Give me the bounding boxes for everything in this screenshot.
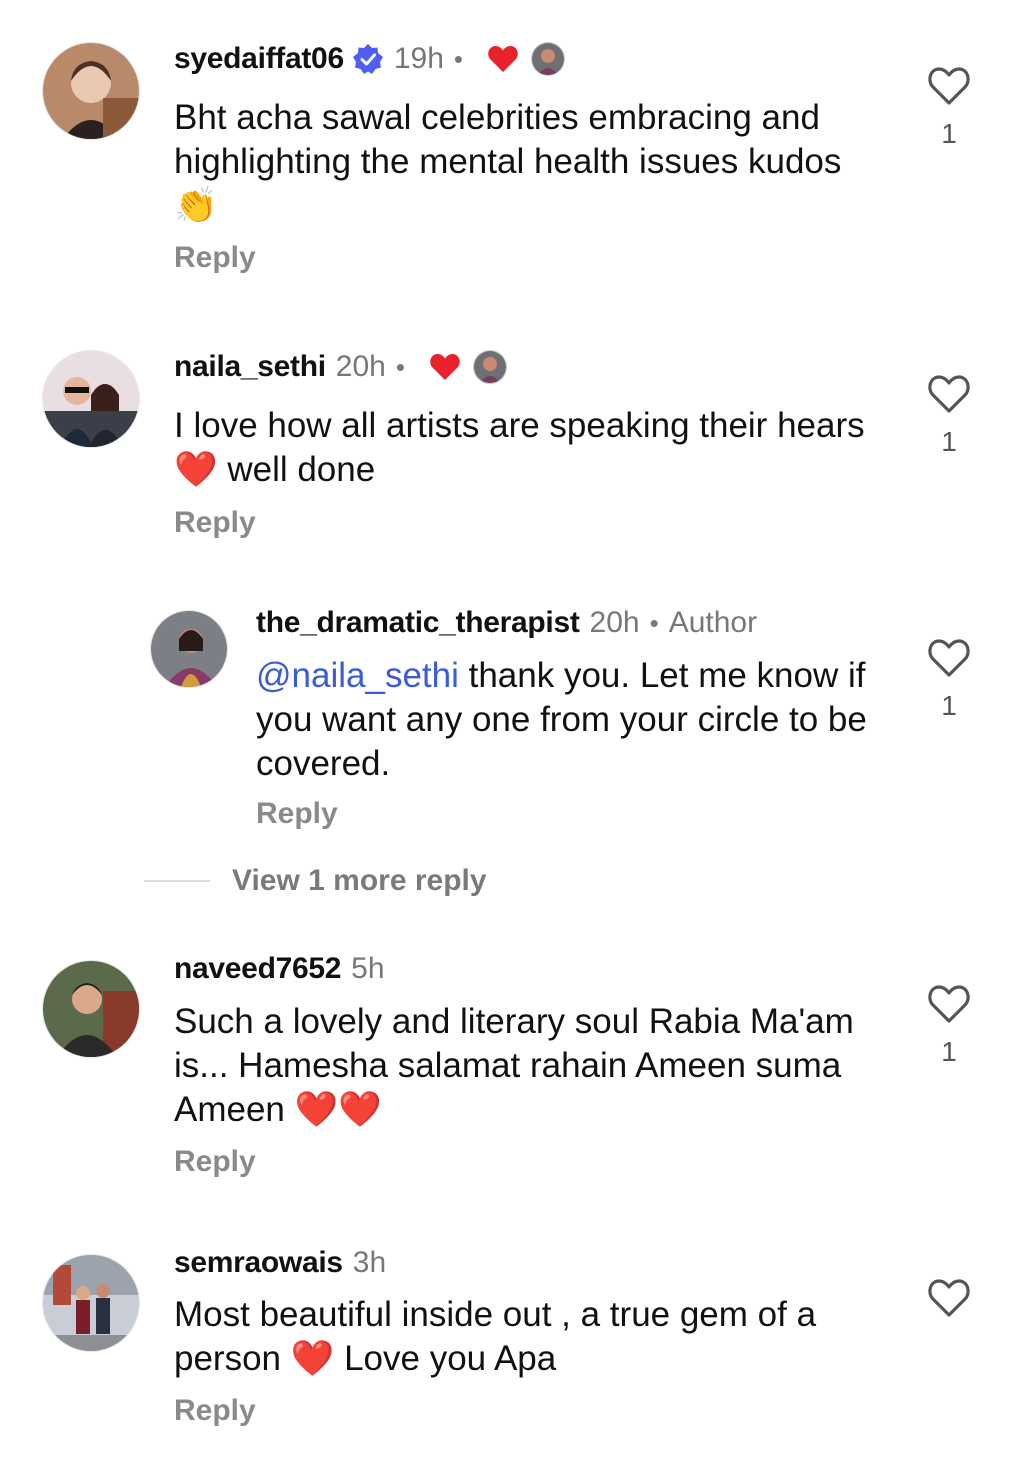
comment-meta: the_dramatic_therapist 20h • Author [256, 606, 757, 640]
red-heart-emoji: ❤️❤️ [294, 1090, 382, 1130]
reply-button[interactable]: Reply [174, 506, 256, 540]
author-avatar [531, 42, 565, 76]
like-button[interactable]: 1 [926, 638, 972, 722]
comment-time: 20h [335, 350, 386, 383]
clapping-hands-emoji: 👏 [174, 186, 218, 226]
divider-line [144, 880, 210, 882]
comment-text: Bht acha sawal celebrities embracing and… [174, 98, 842, 226]
heart-filled-icon [430, 354, 460, 380]
author-avatar [472, 350, 507, 384]
comment-meta: syedaiffat06 19h • [174, 42, 565, 76]
separator-dot: • [649, 607, 659, 638]
username[interactable]: syedaiffat06 [174, 42, 344, 76]
view-more-replies-label[interactable]: View 1 more reply [232, 864, 487, 898]
reply-button[interactable]: Reply [256, 797, 338, 831]
comment-text: I love how all artists are speaking thei… [174, 406, 865, 490]
comment-time: 5h [351, 952, 385, 985]
red-heart-emoji: ❤️ [290, 1339, 335, 1379]
username[interactable]: semraowais [174, 1246, 343, 1280]
username[interactable]: naveed7652 [174, 952, 341, 986]
red-heart-emoji: ❤️ [174, 450, 218, 490]
reply-button[interactable]: Reply [174, 1145, 256, 1179]
avatar[interactable] [42, 960, 140, 1058]
heart-outline-icon[interactable] [927, 1278, 971, 1318]
separator-dot: • [453, 43, 463, 74]
heart-filled-icon [488, 46, 518, 72]
comment-meta: naveed7652 5h [174, 952, 385, 986]
heart-outline-icon[interactable] [927, 66, 971, 106]
mention-link[interactable]: @naila_sethi [256, 656, 459, 695]
username[interactable]: the_dramatic_therapist [256, 606, 580, 640]
comment-text: Most beautiful inside out , a true gem o… [174, 1295, 817, 1379]
separator-dot: • [395, 351, 405, 382]
like-button[interactable]: 1 [926, 66, 972, 150]
heart-outline-icon[interactable] [927, 984, 971, 1024]
like-count: 1 [941, 1036, 957, 1067]
reply-button[interactable]: Reply [174, 1394, 256, 1428]
view-more-replies-button[interactable]: View 1 more reply [144, 864, 487, 898]
comment-meta: naila_sethi 20h • [174, 350, 507, 384]
reply-button[interactable]: Reply [174, 241, 256, 275]
comment-text: @naila_sethi thank you. Let me know if y… [256, 656, 867, 783]
heart-outline-icon[interactable] [927, 374, 971, 414]
like-count: 1 [941, 690, 957, 721]
heart-outline-icon[interactable] [927, 638, 971, 678]
avatar[interactable] [42, 42, 140, 140]
comment-meta: semraowais 3h [174, 1246, 386, 1280]
like-button[interactable]: 1 [926, 374, 972, 458]
comment-time: 19h [393, 42, 444, 75]
like-button[interactable]: 1 [926, 984, 972, 1068]
verified-badge-icon [352, 44, 383, 74]
avatar[interactable] [42, 1254, 140, 1352]
comment-time: 3h [352, 1246, 387, 1279]
avatar[interactable] [150, 610, 228, 688]
like-count: 1 [941, 426, 957, 457]
like-count: 1 [941, 118, 957, 149]
comment-text: Such a lovely and literary soul Rabia Ma… [174, 1002, 854, 1130]
avatar[interactable] [42, 350, 140, 448]
comment-time: 20h [589, 606, 640, 639]
username[interactable]: naila_sethi [174, 350, 326, 384]
author-tag: Author [668, 606, 758, 639]
like-button[interactable] [926, 1278, 972, 1318]
